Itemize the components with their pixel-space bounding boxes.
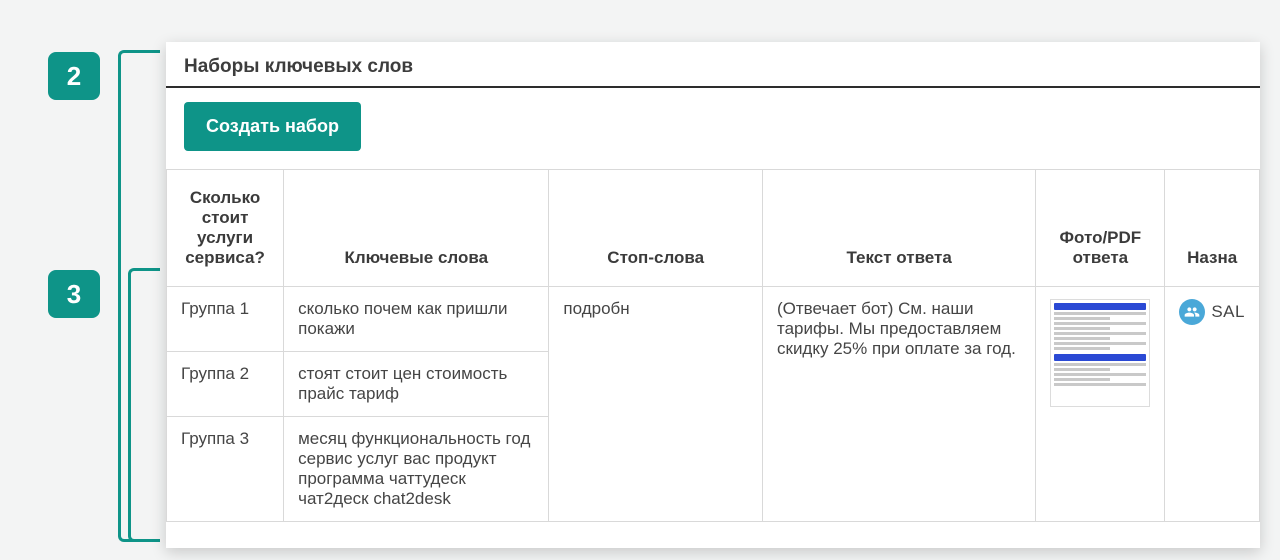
col-header-keywords: Ключевые слова (284, 170, 549, 287)
cell-keywords: месяц функциональность год сервис услуг … (284, 417, 549, 522)
toolbar: Создать набор (166, 88, 1260, 169)
cell-keywords: стоят стоит цен стоимость прайс тариф (284, 352, 549, 417)
cell-assignee[interactable]: SAL (1165, 287, 1260, 522)
col-header-answer: Текст ответа (763, 170, 1036, 287)
cell-stopwords: подробн (549, 287, 763, 522)
attachment-thumbnail (1050, 299, 1150, 407)
section-title: Наборы ключевых слов (166, 42, 1260, 88)
col-header-stopwords: Стоп-слова (549, 170, 763, 287)
cell-photo-preview[interactable] (1036, 287, 1165, 522)
keyword-sets-table: Сколько стоит услуги сервиса? Ключевые с… (166, 169, 1260, 522)
assignee-label: SAL (1211, 302, 1245, 322)
col-header-photo: Фото/PDF ответа (1036, 170, 1165, 287)
cell-keywords: сколько почем как пришли покажи (284, 287, 549, 352)
table-header-row: Сколько стоит услуги сервиса? Ключевые с… (167, 170, 1260, 287)
col-header-assigned: Назна (1165, 170, 1260, 287)
keyword-sets-panel: Наборы ключевых слов Создать набор Сколь… (166, 42, 1260, 548)
create-set-button[interactable]: Создать набор (184, 102, 361, 151)
group-icon (1179, 299, 1205, 325)
cell-group-name: Группа 1 (167, 287, 284, 352)
step-badge-3: 3 (48, 270, 100, 318)
cell-group-name: Группа 3 (167, 417, 284, 522)
bracket-3 (128, 268, 160, 542)
table-row[interactable]: Группа 1 сколько почем как пришли покажи… (167, 287, 1260, 352)
col-header-name: Сколько стоит услуги сервиса? (167, 170, 284, 287)
cell-group-name: Группа 2 (167, 352, 284, 417)
cell-answer-text: (Отвечает бот) См. наши тарифы. Мы предо… (763, 287, 1036, 522)
step-badge-2: 2 (48, 52, 100, 100)
